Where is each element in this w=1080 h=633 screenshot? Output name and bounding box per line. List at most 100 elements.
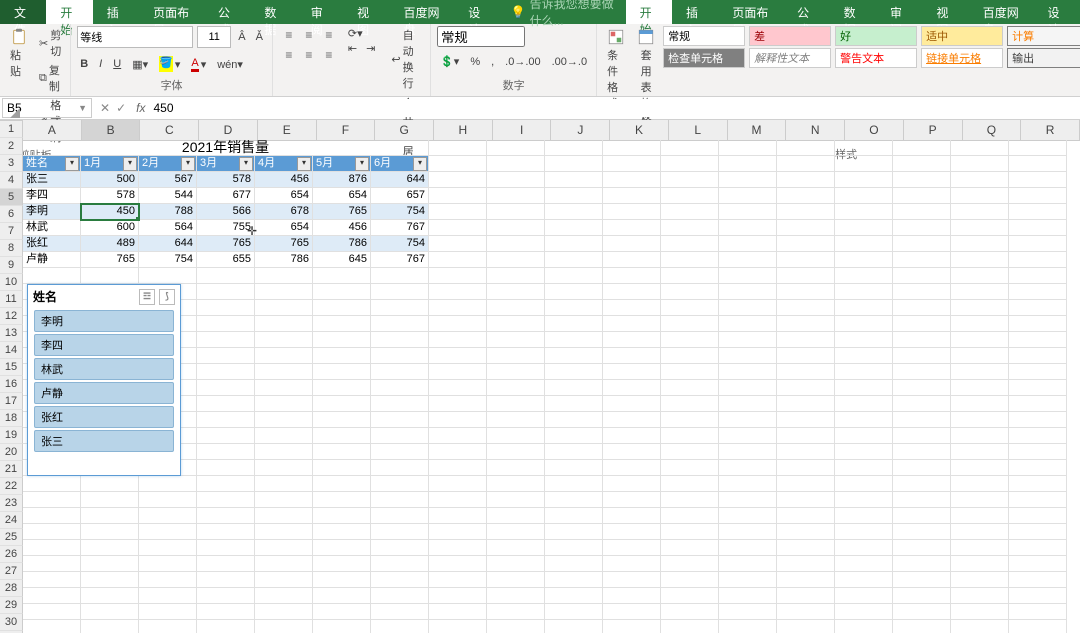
cell[interactable] <box>603 172 661 188</box>
cell[interactable] <box>835 236 893 252</box>
cell[interactable] <box>835 284 893 300</box>
tab-开始[interactable]: 开始 <box>626 0 672 24</box>
data-cell[interactable]: 450 <box>81 204 139 220</box>
cell[interactable] <box>429 156 487 172</box>
cell[interactable] <box>139 268 197 284</box>
tab-插入[interactable]: 插入 <box>672 0 718 24</box>
cell[interactable] <box>951 396 1009 412</box>
cell[interactable] <box>313 300 371 316</box>
cell[interactable] <box>1009 140 1067 156</box>
data-cell[interactable]: 644 <box>371 172 429 188</box>
cell[interactable] <box>835 380 893 396</box>
cell[interactable] <box>777 412 835 428</box>
cell[interactable] <box>545 316 603 332</box>
cell[interactable] <box>719 268 777 284</box>
cell[interactable] <box>777 460 835 476</box>
cell[interactable] <box>371 300 429 316</box>
cell[interactable] <box>81 508 139 524</box>
cell[interactable] <box>835 428 893 444</box>
cell[interactable] <box>545 476 603 492</box>
cell[interactable] <box>951 620 1009 633</box>
cell[interactable] <box>719 556 777 572</box>
slicer-item[interactable]: 李明 <box>34 310 174 332</box>
slicer-item[interactable]: 张红 <box>34 406 174 428</box>
cell[interactable] <box>661 140 719 156</box>
cell[interactable] <box>429 252 487 268</box>
tab-4[interactable]: 数据 <box>250 0 296 24</box>
cell[interactable] <box>603 460 661 476</box>
data-cell[interactable]: 754 <box>371 204 429 220</box>
number-format-select[interactable] <box>437 26 525 47</box>
data-cell[interactable]: 767 <box>371 220 429 236</box>
row-header-31[interactable]: 31 <box>0 631 23 633</box>
tab-公式[interactable]: 公式 <box>783 0 829 24</box>
tab-视图[interactable]: 视图 <box>922 0 968 24</box>
data-cell[interactable]: 765 <box>197 236 255 252</box>
cell[interactable] <box>719 396 777 412</box>
cell[interactable] <box>603 444 661 460</box>
cell[interactable] <box>545 252 603 268</box>
cell[interactable] <box>545 428 603 444</box>
font-color-button[interactable]: A▾ <box>188 56 209 73</box>
cell[interactable] <box>951 332 1009 348</box>
data-cell[interactable]: 578 <box>197 172 255 188</box>
cell[interactable] <box>835 508 893 524</box>
cell[interactable] <box>255 540 313 556</box>
cell[interactable] <box>951 524 1009 540</box>
percent-button[interactable]: % <box>467 55 483 69</box>
cell[interactable] <box>313 284 371 300</box>
cell[interactable] <box>777 300 835 316</box>
cell[interactable] <box>429 540 487 556</box>
cell[interactable] <box>313 444 371 460</box>
cell[interactable] <box>197 396 255 412</box>
cell[interactable] <box>951 588 1009 604</box>
multiselect-icon[interactable]: ☲ <box>139 289 155 305</box>
cell[interactable] <box>81 476 139 492</box>
cell[interactable] <box>661 540 719 556</box>
cell[interactable] <box>545 156 603 172</box>
cell[interactable] <box>545 204 603 220</box>
cell[interactable] <box>255 412 313 428</box>
col-header-J[interactable]: J <box>551 120 610 141</box>
cut-button[interactable]: ✂剪切 <box>36 26 64 60</box>
cell[interactable] <box>893 220 951 236</box>
cell[interactable] <box>429 412 487 428</box>
cell[interactable] <box>893 540 951 556</box>
cell[interactable] <box>1009 412 1067 428</box>
cell[interactable] <box>893 364 951 380</box>
cell[interactable] <box>777 492 835 508</box>
cell[interactable] <box>661 588 719 604</box>
cell[interactable] <box>835 412 893 428</box>
cell[interactable] <box>371 604 429 620</box>
cell[interactable] <box>545 396 603 412</box>
cell[interactable] <box>487 428 545 444</box>
cell[interactable] <box>255 380 313 396</box>
cell[interactable] <box>603 220 661 236</box>
cell[interactable] <box>835 460 893 476</box>
cell[interactable] <box>487 476 545 492</box>
cell[interactable] <box>1009 556 1067 572</box>
cell[interactable] <box>951 412 1009 428</box>
cell[interactable] <box>893 444 951 460</box>
cell[interactable] <box>313 572 371 588</box>
cell[interactable] <box>835 172 893 188</box>
cell[interactable] <box>255 620 313 633</box>
cell[interactable] <box>893 140 951 156</box>
row-header-9[interactable]: 9 <box>0 257 23 274</box>
cell[interactable] <box>545 540 603 556</box>
data-cell[interactable]: 786 <box>255 252 313 268</box>
cell[interactable] <box>661 284 719 300</box>
cell[interactable] <box>661 316 719 332</box>
cell[interactable] <box>197 364 255 380</box>
cell[interactable] <box>951 444 1009 460</box>
cell[interactable] <box>371 348 429 364</box>
cell[interactable] <box>777 508 835 524</box>
cell[interactable] <box>313 428 371 444</box>
cell[interactable] <box>23 556 81 572</box>
cell[interactable] <box>893 204 951 220</box>
cell[interactable] <box>719 572 777 588</box>
row-header-25[interactable]: 25 <box>0 529 23 546</box>
data-cell[interactable]: 卢静 <box>23 252 81 268</box>
cell[interactable] <box>429 332 487 348</box>
cell[interactable] <box>951 220 1009 236</box>
